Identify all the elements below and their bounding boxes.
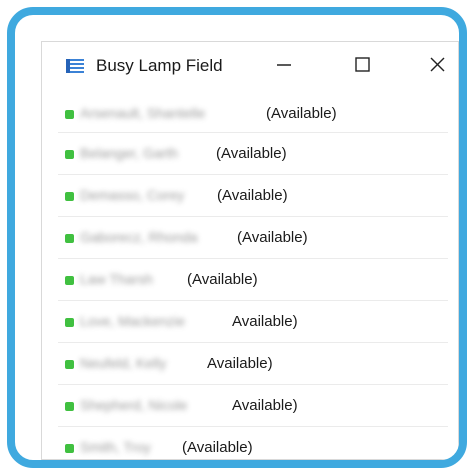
contact-list: Arsenault, Shantelle (Available) Belange… [58, 95, 448, 460]
close-button[interactable] [420, 50, 456, 80]
contact-row[interactable]: Law Tharsh (Available) [58, 259, 448, 301]
maximize-button[interactable] [344, 50, 380, 80]
busy-lamp-field-window: Busy Lamp Field Arsenault, Shantelle (Av… [41, 41, 459, 460]
contact-status: (Available) [266, 104, 337, 122]
title-bar[interactable]: Busy Lamp Field [42, 42, 458, 88]
status-lamp-icon [65, 444, 74, 453]
contact-name: Demasso, Corey [80, 186, 185, 203]
contact-name: Gaborecz, Rhonda [80, 228, 198, 245]
close-icon [430, 57, 445, 72]
contact-status: Available) [207, 354, 273, 372]
contact-row[interactable]: Neufeld, Kelly Available) [58, 343, 448, 385]
highlight-frame: Busy Lamp Field Arsenault, Shantelle (Av… [7, 7, 467, 468]
status-lamp-icon [65, 191, 74, 201]
contact-row[interactable]: Smith, Troy (Available) [58, 427, 448, 460]
contact-name: Belanger, Garth [80, 144, 179, 161]
contact-status: (Available) [237, 228, 308, 246]
status-lamp-icon [65, 401, 74, 411]
status-lamp-icon [65, 109, 74, 119]
contact-row[interactable]: Arsenault, Shantelle (Available) [58, 95, 448, 133]
status-lamp-icon [65, 149, 74, 159]
contact-row[interactable]: Shepherd, Nicole Available) [58, 385, 448, 427]
minimize-icon [277, 64, 291, 66]
contact-name: Neufeld, Kelly [80, 354, 167, 371]
maximize-icon [355, 57, 370, 72]
status-lamp-icon [65, 359, 74, 369]
contact-status: Available) [232, 396, 298, 414]
status-lamp-icon [65, 275, 74, 285]
list-icon [66, 59, 84, 73]
contact-row[interactable]: Love, Mackenzie Available) [58, 301, 448, 343]
contact-status: (Available) [182, 439, 253, 456]
contact-name: Smith, Troy [80, 439, 151, 455]
status-lamp-icon [65, 233, 74, 243]
minimize-button[interactable] [266, 50, 302, 80]
contact-status: Available) [232, 312, 298, 330]
window-title: Busy Lamp Field [96, 56, 223, 75]
contact-name: Love, Mackenzie [80, 312, 186, 329]
contact-row[interactable]: Demasso, Corey (Available) [58, 175, 448, 217]
contact-status: (Available) [187, 270, 258, 288]
contact-row[interactable]: Belanger, Garth (Available) [58, 133, 448, 175]
contact-row[interactable]: Gaborecz, Rhonda (Available) [58, 217, 448, 259]
contact-name: Arsenault, Shantelle [80, 104, 206, 121]
contact-name: Law Tharsh [80, 270, 153, 287]
contact-status: (Available) [217, 186, 288, 204]
contact-status: (Available) [216, 144, 287, 162]
contact-name: Shepherd, Nicole [80, 396, 188, 413]
status-lamp-icon [65, 317, 74, 327]
